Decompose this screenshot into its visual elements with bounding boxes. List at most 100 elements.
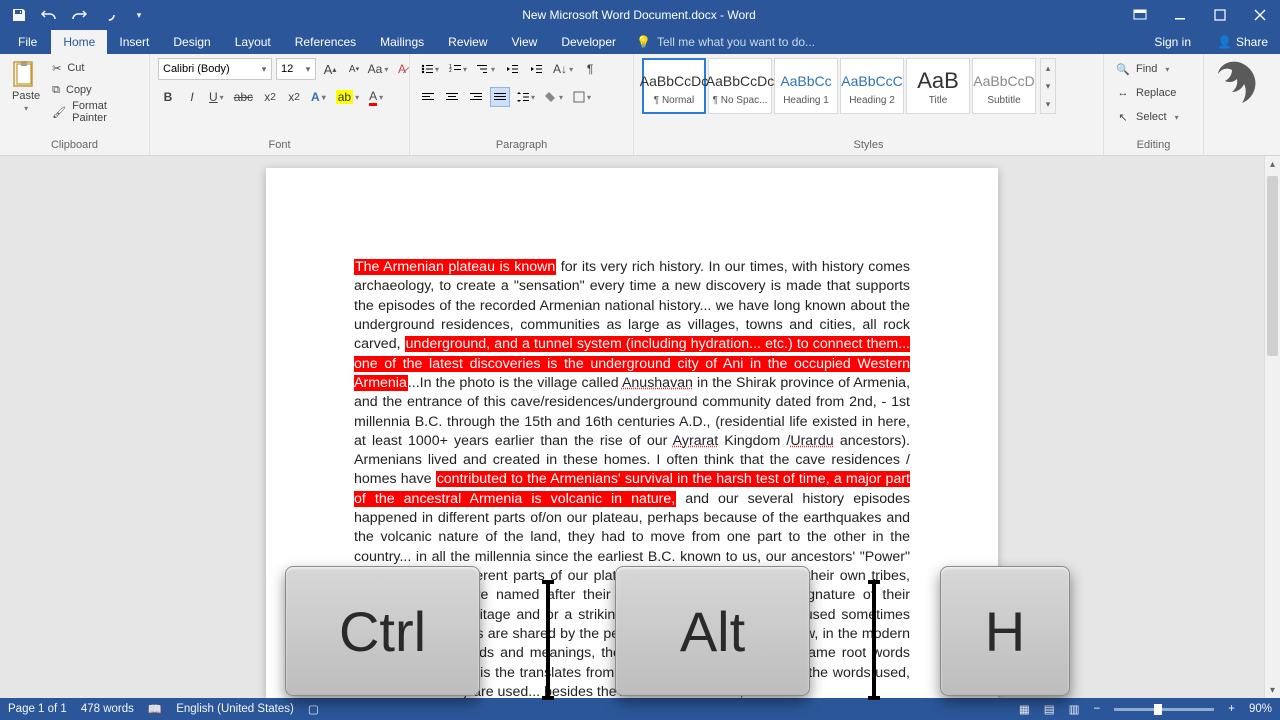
tab-view[interactable]: View <box>500 30 550 54</box>
style-heading-2[interactable]: AaBbCcCHeading 2 <box>840 58 904 114</box>
font-name-input[interactable] <box>159 59 257 79</box>
align-right-button[interactable] <box>466 87 486 107</box>
align-center-button[interactable] <box>442 87 462 107</box>
zoom-slider-knob[interactable] <box>1154 704 1162 715</box>
borders-button[interactable] <box>570 87 594 107</box>
copy-button[interactable]: ⧉Copy <box>52 80 141 100</box>
undo-icon[interactable] <box>40 6 58 24</box>
tab-home[interactable]: Home <box>51 30 107 54</box>
sign-in-link[interactable]: Sign in <box>1140 30 1205 54</box>
highlight-button[interactable]: ab <box>333 87 362 107</box>
ribbon-options-icon[interactable] <box>1120 0 1160 30</box>
style-normal[interactable]: AaBbCcDc¶ Normal <box>642 58 706 114</box>
tab-layout[interactable]: Layout <box>223 30 283 54</box>
font-name-combo[interactable]: ▾ <box>158 58 272 80</box>
copy-label: Copy <box>66 84 92 96</box>
grow-font-button[interactable]: A▴ <box>320 59 340 79</box>
shrink-font-button[interactable]: A▾ <box>344 59 364 79</box>
show-marks-button[interactable]: ¶ <box>580 59 600 79</box>
zoom-out-button[interactable]: − <box>1094 703 1101 715</box>
paste-button[interactable]: Paste ▾ <box>8 58 44 115</box>
window-title: New Microsoft Word Document.docx - Word <box>158 8 1120 22</box>
zoom-in-button[interactable]: + <box>1228 703 1235 715</box>
redo-icon[interactable] <box>70 6 88 24</box>
tab-review[interactable]: Review <box>436 30 499 54</box>
tell-me-placeholder: Tell me what you want to do... <box>657 35 815 49</box>
zoom-level[interactable]: 90% <box>1249 703 1272 715</box>
scroll-down-icon[interactable]: ▾ <box>1265 682 1280 698</box>
style-no-spacing[interactable]: AaBbCcDc¶ No Spac... <box>708 58 772 114</box>
window-controls <box>1120 0 1280 30</box>
print-layout-icon[interactable]: ▤ <box>1044 702 1055 716</box>
tab-mailings[interactable]: Mailings <box>368 30 436 54</box>
line-spacing-button[interactable] <box>514 87 538 107</box>
clear-formatting-button[interactable]: A̷ <box>392 59 412 79</box>
style-title[interactable]: AaBTitle <box>906 58 970 114</box>
highlighted-text[interactable]: The Armenian plateau is known <box>354 259 556 275</box>
spelling-error[interactable]: Anushavan <box>622 375 693 391</box>
chevron-down-icon[interactable]: ▾ <box>257 64 271 75</box>
style-subtitle[interactable]: AaBbCcDSubtitle <box>972 58 1036 114</box>
style-heading-1[interactable]: AaBbCcHeading 1 <box>774 58 838 114</box>
spell-check-icon[interactable]: 📖 <box>148 702 162 716</box>
save-icon[interactable] <box>10 6 28 24</box>
macro-record-icon[interactable]: ▢ <box>308 702 319 716</box>
tell-me-search[interactable]: 💡 Tell me what you want to do... <box>628 30 823 54</box>
close-icon[interactable] <box>1240 0 1280 30</box>
sort-button[interactable]: A↓ <box>550 59 576 79</box>
chevron-down-icon[interactable]: ▾ <box>301 64 315 75</box>
minimize-icon[interactable] <box>1160 0 1200 30</box>
format-painter-button[interactable]: 🖌Format Painter <box>52 102 141 122</box>
brush-icon: 🖌 <box>52 106 66 119</box>
vertical-scrollbar[interactable]: ▴ ▾ <box>1264 156 1280 698</box>
web-layout-icon[interactable]: ▥ <box>1069 702 1080 716</box>
subscript-button[interactable]: x2 <box>260 87 280 107</box>
zoom-slider[interactable] <box>1114 708 1214 711</box>
tab-file[interactable]: File <box>4 30 51 54</box>
align-left-button[interactable] <box>418 87 438 107</box>
justify-button[interactable] <box>490 87 510 107</box>
spelling-error[interactable]: Urardu <box>790 433 833 449</box>
replace-button[interactable]: ↔Replace <box>1112 82 1195 104</box>
paste-icon <box>12 60 40 88</box>
superscript-button[interactable]: x2 <box>284 87 304 107</box>
numbering-button[interactable]: 12 <box>446 59 470 79</box>
underline-button[interactable]: U <box>206 87 227 107</box>
share-button[interactable]: 👤 Share <box>1205 30 1280 54</box>
page-count[interactable]: Page 1 of 1 <box>8 703 67 715</box>
tab-design[interactable]: Design <box>161 30 222 54</box>
font-size-input[interactable] <box>277 59 301 79</box>
italic-button[interactable]: I <box>182 87 202 107</box>
spelling-error[interactable]: Ayrarat <box>673 433 718 449</box>
lightbulb-icon: 💡 <box>636 35 651 49</box>
shading-button[interactable] <box>542 87 566 107</box>
tab-developer[interactable]: Developer <box>549 30 628 54</box>
maximize-icon[interactable] <box>1200 0 1240 30</box>
multilevel-list-button[interactable] <box>474 59 498 79</box>
change-case-button[interactable]: Aa <box>368 59 388 79</box>
read-mode-icon[interactable]: ▦ <box>1019 702 1030 716</box>
bullets-button[interactable] <box>418 59 442 79</box>
increase-indent-button[interactable] <box>526 59 546 79</box>
font-color-button[interactable]: A <box>366 87 386 107</box>
find-button[interactable]: 🔍Find▾ <box>1112 58 1195 80</box>
decrease-indent-button[interactable] <box>502 59 522 79</box>
tab-references[interactable]: References <box>283 30 368 54</box>
bold-button[interactable]: B <box>158 87 178 107</box>
spinner-icon[interactable] <box>100 6 118 24</box>
gallery-more-icon[interactable]: ▾ <box>1041 95 1055 113</box>
dragon-icon[interactable] <box>1212 58 1264 110</box>
language-status[interactable]: English (United States) <box>176 703 294 715</box>
scroll-up-icon[interactable]: ▴ <box>1265 156 1280 172</box>
scrollbar-thumb[interactable] <box>1267 176 1278 356</box>
tab-insert[interactable]: Insert <box>107 30 161 54</box>
cut-button[interactable]: ✂Cut <box>52 58 141 78</box>
word-count[interactable]: 478 words <box>81 703 134 715</box>
gallery-down-icon[interactable]: ▾ <box>1041 77 1055 95</box>
qat-more-icon[interactable]: ▾ <box>130 6 148 24</box>
text-effects-button[interactable]: A <box>308 87 329 107</box>
select-button[interactable]: ↖Select▾ <box>1112 106 1195 128</box>
gallery-up-icon[interactable]: ▴ <box>1041 59 1055 77</box>
strikethrough-button[interactable]: abc <box>231 87 256 107</box>
font-size-combo[interactable]: ▾ <box>276 58 316 80</box>
